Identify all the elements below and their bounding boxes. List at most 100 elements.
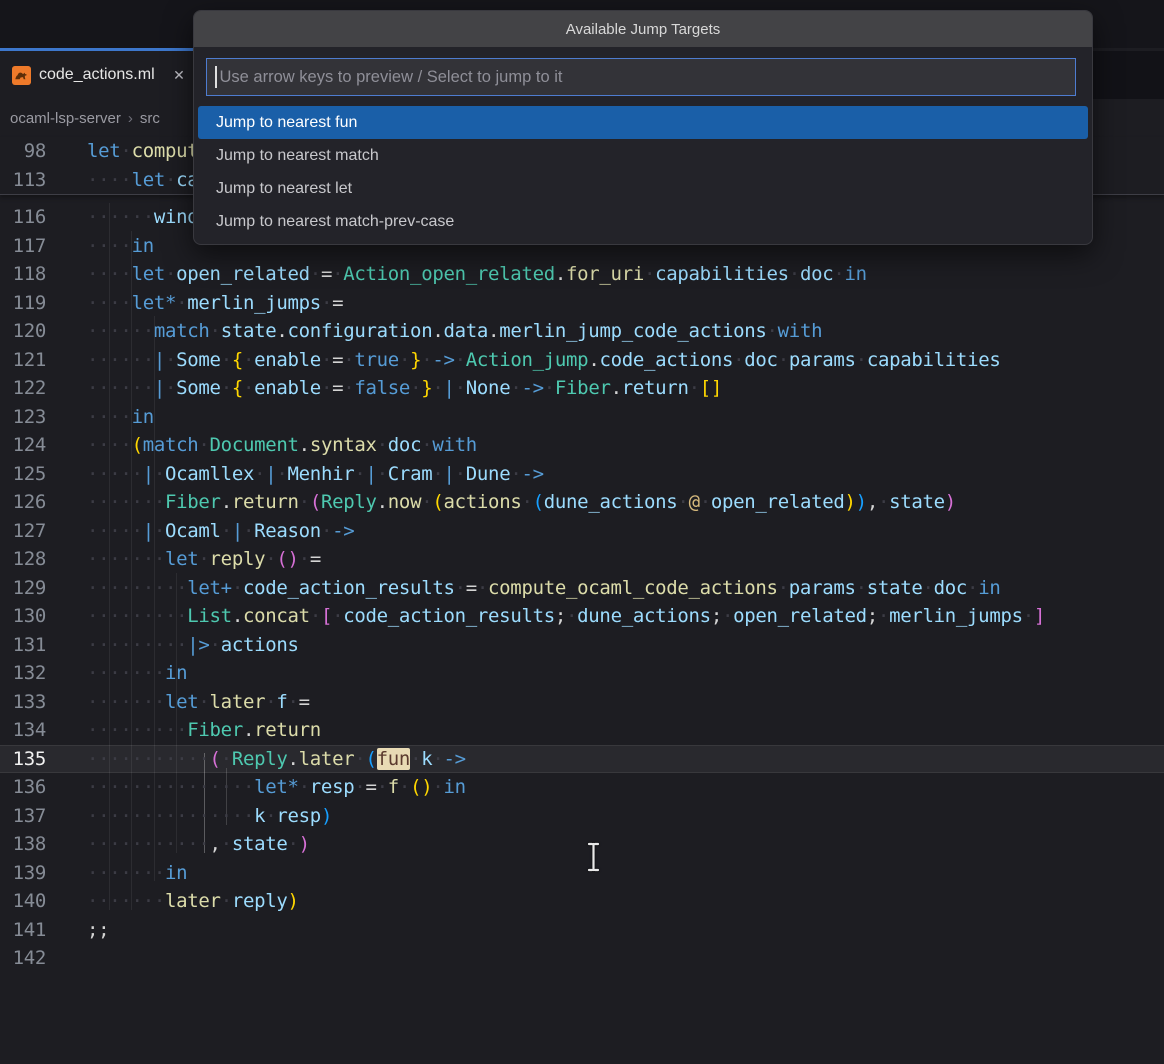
quick-pick-item[interactable]: Jump to nearest let xyxy=(198,172,1088,205)
line-content: ······match·state.configuration.data.mer… xyxy=(46,317,822,346)
code-line-142[interactable]: 142 xyxy=(0,944,1164,973)
line-content: ·····|·Ocaml·|·Reason·-> xyxy=(46,517,354,546)
code-line-122[interactable]: 122······|·Some·{·enable·=·false·}·|·Non… xyxy=(0,374,1164,403)
breadcrumb-separator: › xyxy=(128,110,133,127)
code-line-124[interactable]: 124····(match·Document.syntax·doc·with xyxy=(0,431,1164,460)
line-content: ·······in xyxy=(46,859,187,888)
line-content: ;; xyxy=(46,916,109,945)
line-number: 121 xyxy=(0,346,46,375)
breadcrumb-segment[interactable]: ocaml-lsp-server xyxy=(10,110,121,127)
quick-pick-dialog: Available Jump Targets Use arrow keys to… xyxy=(193,10,1093,245)
code-line-139[interactable]: 139·······in xyxy=(0,859,1164,888)
quick-pick-item[interactable]: Jump to nearest match xyxy=(198,139,1088,172)
code-line-123[interactable]: 123····in xyxy=(0,403,1164,432)
line-content: ·····|·Ocamllex·|·Menhir·|·Cram·|·Dune·-… xyxy=(46,460,544,489)
line-number: 98 xyxy=(0,137,46,166)
line-content: ···············k·resp) xyxy=(46,802,332,831)
line-number: 116 xyxy=(0,203,46,232)
line-number: 137 xyxy=(0,802,46,831)
line-number: 124 xyxy=(0,431,46,460)
line-number: 130 xyxy=(0,602,46,631)
line-content: ·········Fiber.return xyxy=(46,716,321,745)
tab-label: code_actions.ml xyxy=(39,66,155,84)
code-line-130[interactable]: 130·········List.concat·[·code_action_re… xyxy=(0,602,1164,631)
code-line-126[interactable]: 126·······Fiber.return·(Reply.now·(actio… xyxy=(0,488,1164,517)
code-line-120[interactable]: 120······match·state.configuration.data.… xyxy=(0,317,1164,346)
code-line-134[interactable]: 134·········Fiber.return xyxy=(0,716,1164,745)
line-content: ····in xyxy=(46,232,154,261)
quick-pick-item[interactable]: Jump to nearest fun xyxy=(198,106,1088,139)
line-number: 128 xyxy=(0,545,46,574)
line-number: 139 xyxy=(0,859,46,888)
line-content: ····let·open_related·=·Action_open_relat… xyxy=(46,260,867,289)
line-content: ·······let·later·f·= xyxy=(46,688,310,717)
code-line-128[interactable]: 128·······let·reply·()·= xyxy=(0,545,1164,574)
line-number: 118 xyxy=(0,260,46,289)
code-line-118[interactable]: 118····let·open_related·=·Action_open_re… xyxy=(0,260,1164,289)
line-number: 140 xyxy=(0,887,46,916)
line-content: ····(match·Document.syntax·doc·with xyxy=(46,431,477,460)
text-caret xyxy=(215,66,217,88)
code-line-131[interactable]: 131·········|>·actions xyxy=(0,631,1164,660)
line-content: let·comput xyxy=(46,137,198,166)
code-line-137[interactable]: 137···············k·resp) xyxy=(0,802,1164,831)
code-line-125[interactable]: 125·····|·Ocamllex·|·Menhir·|·Cram·|·Dun… xyxy=(0,460,1164,489)
quick-pick-input-row: Use arrow keys to preview / Select to ju… xyxy=(194,47,1092,106)
line-number: 125 xyxy=(0,460,46,489)
code-line-138[interactable]: 138···········,·state·) xyxy=(0,830,1164,859)
line-content: ····in xyxy=(46,403,154,432)
quick-pick-list: Jump to nearest funJump to nearest match… xyxy=(194,106,1092,244)
code-line-140[interactable]: 140·······later·reply) xyxy=(0,887,1164,916)
line-number: 138 xyxy=(0,830,46,859)
vscode-window: code_actions.ml ✕ ocaml-lsp-server › src 9… xyxy=(0,0,1164,1064)
code-line-129[interactable]: 129·········let+·code_action_results·=·c… xyxy=(0,574,1164,603)
tab-code-actions[interactable]: code_actions.ml ✕ xyxy=(0,51,199,99)
quick-pick-input[interactable]: Use arrow keys to preview / Select to ju… xyxy=(206,58,1076,96)
line-content: ·········let+·code_action_results·=·comp… xyxy=(46,574,1000,603)
line-number: 126 xyxy=(0,488,46,517)
line-number: 134 xyxy=(0,716,46,745)
line-content: ······wind xyxy=(46,203,198,232)
line-content: ·········List.concat·[·code_action_resul… xyxy=(46,602,1045,631)
code-line-141[interactable]: 141;; xyxy=(0,916,1164,945)
line-number: 123 xyxy=(0,403,46,432)
line-content: ·······Fiber.return·(Reply.now·(actions·… xyxy=(46,488,956,517)
code-line-119[interactable]: 119····let*·merlin_jumps·= xyxy=(0,289,1164,318)
line-content: ····let·ca xyxy=(46,166,198,195)
line-content: ·······let·reply·()·= xyxy=(46,545,321,574)
code-line-121[interactable]: 121······|·Some·{·enable·=·true·}·->·Act… xyxy=(0,346,1164,375)
line-number: 135 xyxy=(0,745,46,774)
tab-close-icon[interactable]: ✕ xyxy=(169,65,189,85)
code-line-133[interactable]: 133·······let·later·f·= xyxy=(0,688,1164,717)
line-number: 133 xyxy=(0,688,46,717)
line-number: 127 xyxy=(0,517,46,546)
line-content: ···········(·Reply.later·(fun·k·-> xyxy=(46,745,466,774)
quick-pick-title: Available Jump Targets xyxy=(194,11,1092,47)
line-content: ···············let*·resp·=·f·()·in xyxy=(46,773,466,802)
breadcrumb-segment[interactable]: src xyxy=(140,110,160,127)
code-line-136[interactable]: 136···············let*·resp·=·f·()·in xyxy=(0,773,1164,802)
line-content: ····let*·merlin_jumps·= xyxy=(46,289,343,318)
line-number: 136 xyxy=(0,773,46,802)
line-number: 120 xyxy=(0,317,46,346)
line-number: 141 xyxy=(0,916,46,945)
line-number: 122 xyxy=(0,374,46,403)
line-content: ·······in xyxy=(46,659,187,688)
line-content: ·········|>·actions xyxy=(46,631,299,660)
code-line-127[interactable]: 127·····|·Ocaml·|·Reason·-> xyxy=(0,517,1164,546)
line-content: ···········,·state·) xyxy=(46,830,310,859)
line-number: 131 xyxy=(0,631,46,660)
mouse-cursor-ibeam xyxy=(585,841,602,878)
input-placeholder: Use arrow keys to preview / Select to ju… xyxy=(220,68,563,87)
line-number: 113 xyxy=(0,166,46,195)
code-line-135[interactable]: 135···········(·Reply.later·(fun·k·-> xyxy=(0,745,1164,774)
line-content: ······|·Some·{·enable·=·true·}·->·Action… xyxy=(46,346,1000,375)
line-content: ·······later·reply) xyxy=(46,887,299,916)
code-line-132[interactable]: 132·······in xyxy=(0,659,1164,688)
quick-pick-item[interactable]: Jump to nearest match-prev-case xyxy=(198,205,1088,238)
line-number: 129 xyxy=(0,574,46,603)
code-area[interactable]: 116······wind117····in118····let·open_re… xyxy=(0,196,1164,1064)
line-number: 132 xyxy=(0,659,46,688)
line-number: 117 xyxy=(0,232,46,261)
ocaml-file-icon xyxy=(12,66,31,85)
